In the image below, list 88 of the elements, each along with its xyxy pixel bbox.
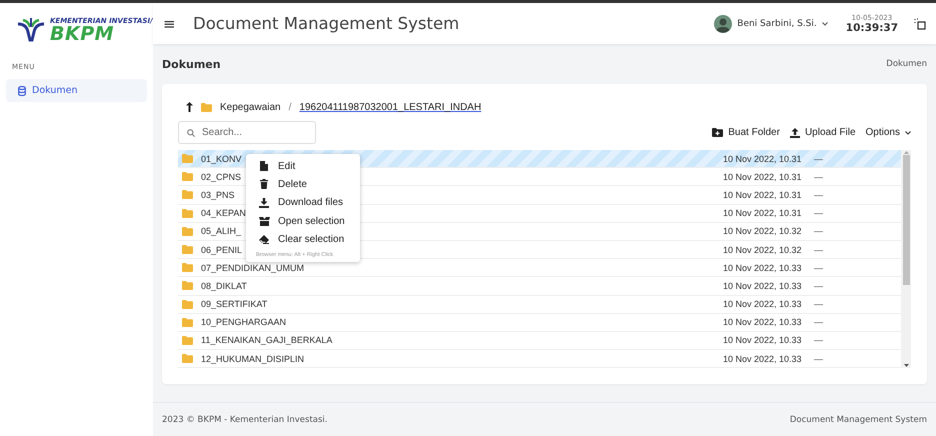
file-size: — xyxy=(814,190,824,200)
search-icon xyxy=(187,129,195,137)
modified-date: 10 Nov 2022, 10.31 xyxy=(723,172,803,182)
file-size: — xyxy=(814,335,824,346)
folder-icon xyxy=(182,172,193,182)
folder-name[interactable]: 11_KENAIKAN_GAJI_BERKALA xyxy=(201,335,332,346)
app-title: Document Management System xyxy=(193,14,460,33)
path-link[interactable]: 196204111987032001_LESTARI_INDAH xyxy=(299,102,482,112)
database-icon xyxy=(18,86,26,96)
folder-icon xyxy=(182,300,193,309)
search-field[interactable]: Search... xyxy=(178,121,316,144)
file-size: — xyxy=(814,262,824,273)
file-size: — xyxy=(814,172,824,182)
modified-date: 10 Nov 2022, 10.31 xyxy=(723,154,803,164)
upload-icon xyxy=(790,128,800,138)
folder-icon xyxy=(182,354,193,364)
new-folder-button[interactable]: Buat Folder xyxy=(712,127,780,138)
caret-icon xyxy=(905,130,911,134)
download-icon xyxy=(259,198,269,208)
file-size: — xyxy=(814,244,824,255)
menu-item[interactable]: Clear selection xyxy=(246,230,360,248)
file-size: — xyxy=(814,354,824,364)
folder-name[interactable]: 05_ALIH_ xyxy=(201,226,242,236)
modified-date: 10 Nov 2022, 10.33 xyxy=(723,317,803,328)
document-icon xyxy=(260,161,268,172)
modified-date: 10 Nov 2022, 10.32 xyxy=(723,226,803,236)
sidebar-item[interactable]: Dokumen xyxy=(6,79,147,102)
folder-icon xyxy=(182,281,193,290)
folder-icon xyxy=(182,245,193,254)
file-size: — xyxy=(814,317,824,328)
modified-date: 10 Nov 2022, 10.33 xyxy=(723,354,803,364)
menu-item[interactable]: Download files xyxy=(246,194,360,212)
eraser-icon xyxy=(259,234,269,244)
page-title: Dokumen xyxy=(162,58,221,70)
modified-date: 10 Nov 2022, 10.32 xyxy=(723,244,803,255)
scroll-down-icon[interactable] xyxy=(904,363,908,368)
breadcrumb[interactable]: Dokumen xyxy=(886,59,927,69)
logo-icon xyxy=(16,18,46,42)
menu-button[interactable]: ≡ xyxy=(163,14,193,32)
folder-name[interactable]: 01_KONV xyxy=(201,154,242,164)
fullscreen-icon[interactable] xyxy=(914,18,926,30)
path-folder[interactable]: Kepegawaian xyxy=(220,102,281,112)
avatar-icon xyxy=(714,14,732,32)
folder-name[interactable]: 04_KEPAN xyxy=(201,208,246,218)
modified-date: 10 Nov 2022, 10.33 xyxy=(723,335,803,346)
menu-item[interactable]: Delete xyxy=(246,175,360,194)
caret-icon xyxy=(822,22,828,26)
options-dropdown[interactable]: Options xyxy=(866,127,911,138)
upload-button[interactable]: Upload File xyxy=(790,127,856,138)
box-icon xyxy=(258,216,270,226)
folder-icon xyxy=(182,226,193,236)
menu-item[interactable]: Open selection xyxy=(246,212,360,230)
modified-date: 10 Nov 2022, 10.33 xyxy=(723,299,803,310)
modified-date: 10 Nov 2022, 10.31 xyxy=(723,208,803,218)
folder-icon xyxy=(182,318,193,327)
folder-icon xyxy=(182,154,193,164)
folder-icon xyxy=(182,208,193,218)
folder-icon xyxy=(182,190,193,200)
folder-name[interactable]: 02_CPNS xyxy=(201,172,242,182)
folder-name[interactable]: 10_PENGHARGAAN xyxy=(201,317,286,328)
folder-icon xyxy=(182,263,193,272)
modified-date: 10 Nov 2022, 10.31 xyxy=(723,190,803,200)
copyright-text: 2023 © BKPM - Kementerian Investasi. xyxy=(162,414,328,424)
file-size: — xyxy=(814,226,824,236)
user-menu[interactable]: Beni Sarbini, S.Si. xyxy=(714,14,828,32)
up-arrow-icon[interactable] xyxy=(186,102,193,112)
menu-item[interactable]: Edit xyxy=(246,157,360,176)
folder-name[interactable]: 09_SERTIFIKAT xyxy=(201,299,268,310)
folder-name[interactable]: 08_DIKLAT xyxy=(201,280,247,291)
path-separator: / xyxy=(288,102,292,112)
brand-name: BKPM xyxy=(50,25,114,43)
footer-app-name: Document Management System xyxy=(790,414,927,424)
modified-date: 10 Nov 2022, 10.33 xyxy=(723,262,803,273)
trash-icon xyxy=(260,179,268,190)
folder-name[interactable]: 07_PENDIDIKAN_UMUM xyxy=(201,262,304,273)
current-time: 10:39:37 xyxy=(846,22,898,34)
modified-date: 10 Nov 2022, 10.33 xyxy=(723,280,803,291)
folder-name[interactable]: 03_PNS xyxy=(201,190,235,200)
folder-icon xyxy=(201,102,212,112)
file-size: — xyxy=(814,280,824,291)
file-size: — xyxy=(814,299,824,310)
folder-icon xyxy=(182,336,193,345)
scrollbar[interactable] xyxy=(901,150,911,368)
folder-plus-icon xyxy=(712,128,724,137)
folder-name[interactable]: 06_PENIL xyxy=(201,244,242,255)
file-size: — xyxy=(814,208,824,218)
folder-name[interactable]: 12_HUKUMAN_DISIPLIN xyxy=(201,354,304,364)
file-size: — xyxy=(814,154,824,164)
